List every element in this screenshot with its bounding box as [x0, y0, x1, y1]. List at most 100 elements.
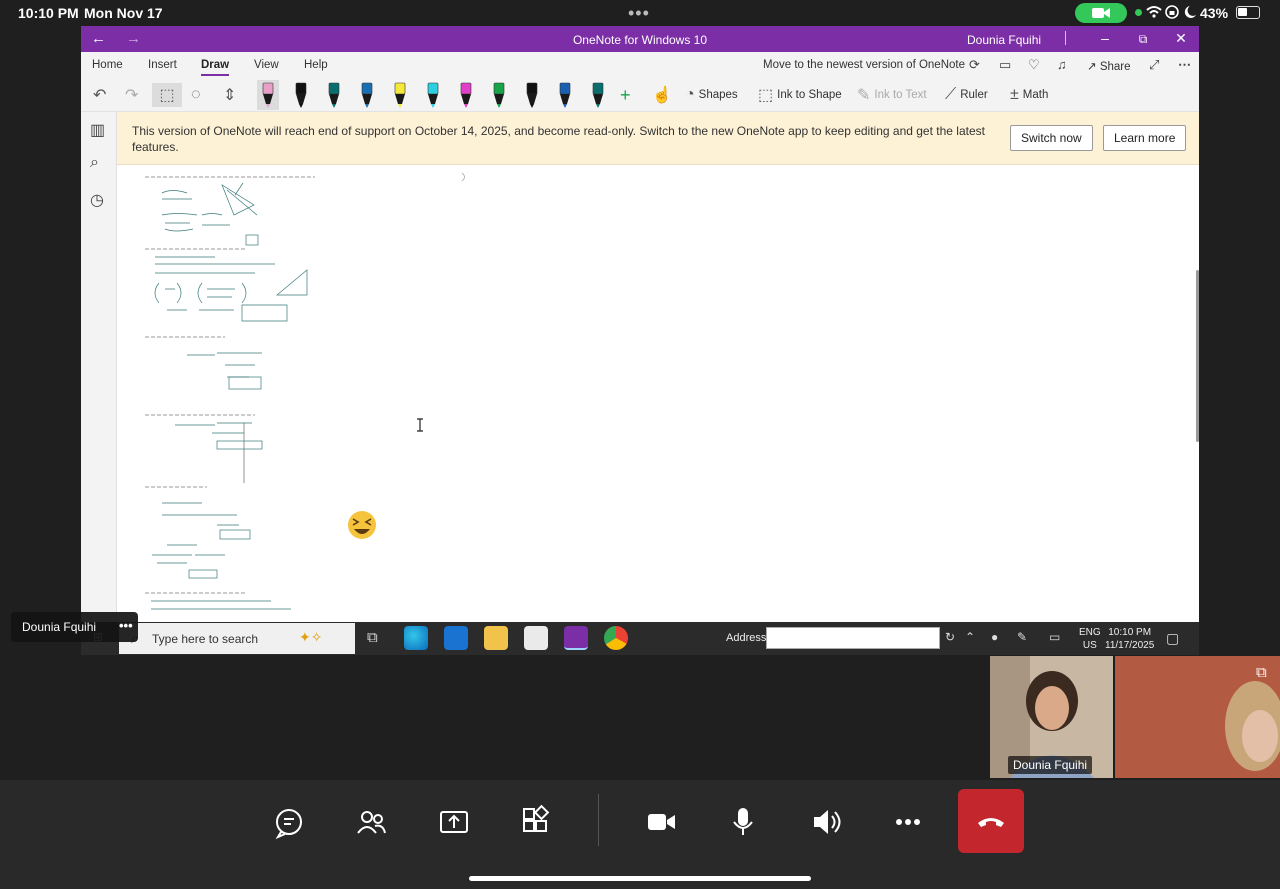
undo-icon[interactable]: ↶ [93, 83, 106, 107]
onenote-titlebar: ← → OneNote for Windows 10 Dounia Fquihi… [81, 26, 1199, 52]
file-explorer-app-icon[interactable] [484, 626, 508, 650]
presenter-name-chip[interactable]: Dounia Fquihi ••• [11, 612, 138, 642]
bell-icon[interactable]: ♫ [1057, 57, 1067, 72]
address-input[interactable] [766, 627, 940, 649]
more-options-icon[interactable]: ⋯ [1178, 57, 1191, 73]
address-refresh-icon[interactable]: ↻ [945, 630, 955, 644]
search-icon[interactable]: ⌕ [90, 154, 99, 172]
participants-icon[interactable] [347, 802, 395, 842]
math-icon: ± [1010, 86, 1019, 103]
share-button[interactable]: ↗ Share [1087, 59, 1131, 73]
sync-icon[interactable]: ⟳ [969, 57, 980, 73]
notebooks-icon[interactable]: ▥ [90, 120, 105, 140]
close-icon[interactable]: ✕ [1171, 30, 1191, 47]
microphone-icon[interactable] [719, 802, 767, 842]
participant-name-label: Dounia Fquihi [1008, 756, 1093, 774]
pen-swatch-7-icon[interactable] [455, 80, 477, 110]
outlook-app-icon[interactable] [444, 626, 468, 650]
pen-swatch-3-icon[interactable] [323, 80, 345, 110]
learn-more-button[interactable]: Learn more [1103, 125, 1187, 151]
tab-view[interactable]: View [254, 59, 279, 71]
titlebar-divider [1065, 31, 1066, 45]
minimize-icon[interactable]: – [1095, 30, 1115, 46]
math-button[interactable]: ± Math [1010, 83, 1048, 107]
controls-divider [598, 794, 599, 846]
ruler-label: Ruler [960, 89, 988, 101]
tab-draw[interactable]: Draw [201, 59, 230, 76]
chrome-app-icon[interactable] [604, 626, 628, 650]
handwritten-math-notes [145, 172, 465, 610]
keyboard-tray-icon[interactable]: ▭ [1049, 630, 1060, 644]
task-view-icon[interactable]: ⧉ [367, 629, 378, 646]
pen-swatch-4-icon[interactable] [356, 80, 378, 110]
ink-to-shape-button[interactable]: ⬚ Ink to Shape [758, 83, 842, 107]
ruler-icon: ⟋ [945, 86, 957, 103]
tab-help[interactable]: Help [304, 59, 328, 71]
camera-active-icon[interactable] [1075, 3, 1127, 23]
pen-swatch-9-icon[interactable] [521, 80, 543, 110]
pen-swatch-11-icon[interactable] [587, 80, 609, 110]
pen-swatch-1-icon[interactable] [257, 80, 279, 110]
pen-swatch-10-icon[interactable] [554, 80, 576, 110]
ink-to-text-icon: ✎ [857, 87, 871, 104]
chat-icon[interactable] [265, 802, 313, 842]
search-placeholder: Type here to search [152, 632, 259, 646]
store-app-icon[interactable] [524, 626, 548, 650]
draw-toolbar: ↶ ↷ ⬚ ◌ ⇕ + ☝ ◔ Shapes ⬚ Ink to Shape ✎ Ink… [81, 78, 1199, 112]
banner-message: This version of OneNote will reach end o… [132, 124, 985, 154]
pen-swatch-8-icon[interactable] [488, 80, 510, 110]
fullscreen-icon[interactable]: ⤢ [1149, 57, 1159, 73]
share-screen-icon[interactable] [430, 802, 478, 842]
screen-lock-icon [1165, 5, 1179, 19]
pen-swatch-2-icon[interactable] [290, 80, 312, 110]
clock-date: 11/17/2025 [1105, 640, 1155, 651]
switch-now-button[interactable]: Switch now [1010, 125, 1093, 151]
taskbar-search-box[interactable]: ⌕ Type here to search ✦✧ [119, 623, 355, 654]
multitasking-dots-icon[interactable]: ••• [628, 3, 650, 24]
shapes-label: Shapes [698, 89, 738, 101]
tray-chevron-up-icon[interactable]: ⌃ [965, 630, 975, 644]
shapes-button[interactable]: ◔ Shapes [685, 83, 738, 107]
ink-to-text-button[interactable]: ✎ Ink to Text [857, 83, 927, 107]
lasso-select-icon[interactable]: ◌ [191, 83, 201, 107]
touch-drawing-icon[interactable]: ☝ [652, 83, 672, 107]
lightbulb-icon[interactable]: ♡ [1028, 57, 1040, 73]
switch-camera-icon[interactable]: ⧉ [1256, 664, 1267, 681]
camera-indicator-dot [1135, 9, 1142, 16]
clock-time: 10:10 PM [1108, 627, 1152, 638]
pen-swatch-6-icon[interactable] [422, 80, 444, 110]
language-code: ENG [1079, 627, 1101, 638]
tab-insert[interactable]: Insert [148, 59, 177, 71]
notebook-icon[interactable]: ▭ [999, 57, 1011, 73]
home-indicator[interactable] [469, 876, 811, 881]
canvas-scrollbar[interactable] [1196, 270, 1199, 442]
edge-app-icon[interactable] [404, 626, 428, 650]
more-options-icon[interactable] [884, 802, 932, 842]
speaker-icon[interactable] [802, 802, 850, 842]
notifications-icon[interactable]: ▢ [1166, 630, 1179, 647]
restore-icon[interactable]: ⧉ [1133, 32, 1153, 47]
self-video-tile[interactable]: ⧉ [1115, 656, 1280, 778]
pen-tray-icon[interactable]: ✎ [1017, 630, 1027, 644]
language-indicator[interactable]: ENG US [1079, 626, 1101, 652]
hang-up-button[interactable] [958, 789, 1024, 853]
redo-icon[interactable]: ↷ [125, 83, 138, 107]
pen-swatch-5-icon[interactable] [389, 80, 411, 110]
user-name[interactable]: Dounia Fquihi [967, 33, 1041, 47]
laughing-emoji-icon [348, 511, 376, 539]
note-canvas[interactable] [117, 165, 1199, 622]
add-space-icon[interactable]: ⇕ [223, 83, 236, 107]
microphone-tray-icon[interactable]: ● [991, 630, 998, 644]
onenote-app-icon[interactable] [564, 626, 588, 650]
move-to-new-onenote-link[interactable]: Move to the newest version of OneNote [763, 59, 965, 71]
apps-add-icon[interactable] [512, 802, 560, 842]
add-pen-icon[interactable]: + [620, 83, 631, 107]
participant-video-tile[interactable]: Dounia Fquihi [990, 656, 1113, 778]
ruler-button[interactable]: ⟋ Ruler [945, 83, 988, 107]
taskbar-clock[interactable]: 10:10 PM 11/17/2025 [1105, 626, 1154, 652]
type-select-tool-icon[interactable]: ⬚ [152, 83, 182, 107]
presenter-more-icon[interactable]: ••• [119, 618, 133, 633]
tab-home[interactable]: Home [92, 59, 123, 71]
camera-toggle-icon[interactable] [637, 802, 685, 842]
recent-notes-icon[interactable]: ◷ [90, 190, 104, 210]
